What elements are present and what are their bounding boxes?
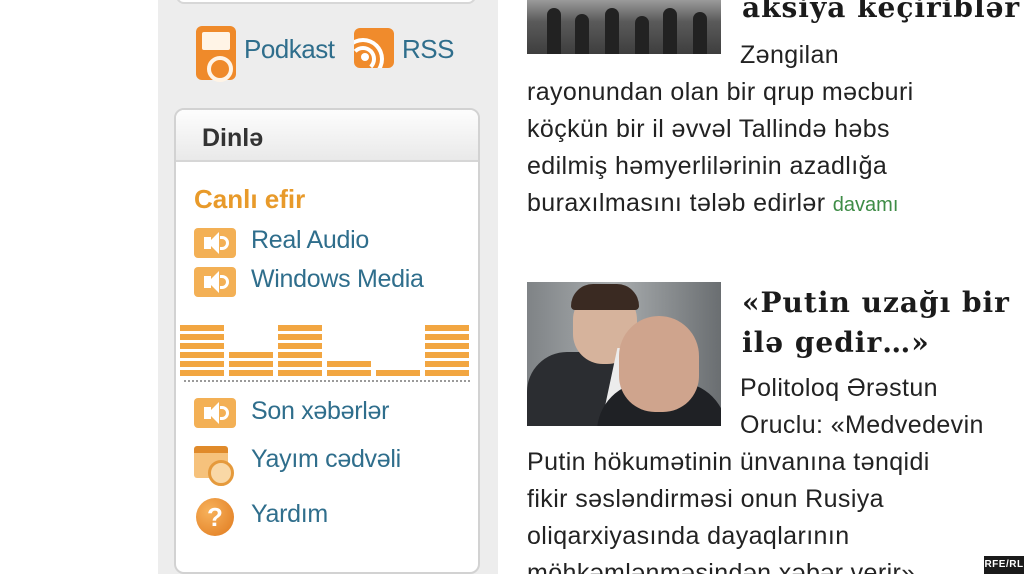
latest-news-link[interactable]: Son xəbərlər [251, 397, 389, 426]
rss-icon[interactable] [354, 28, 394, 68]
speaker-icon[interactable] [194, 267, 236, 297]
story-text-line: oliqarxiyasında dayaqlarının [527, 522, 850, 550]
help-link[interactable]: Yardım [251, 500, 328, 529]
windows-media-link[interactable]: Windows Media [251, 265, 424, 294]
podcast-icon[interactable] [196, 26, 236, 82]
brand-badge: RFE/RL [984, 556, 1024, 574]
equalizer-bar [278, 322, 322, 376]
live-broadcast-title: Canlı efir [194, 184, 306, 214]
equalizer-bar [425, 322, 469, 376]
story-text-line: rayonundan olan bir qrup məcburi [527, 78, 914, 106]
speaker-icon[interactable] [194, 398, 236, 428]
equalizer-bar [229, 349, 273, 376]
story-photo[interactable] [527, 0, 721, 54]
story-text-line: möhkəmlənməsindən xəbər verir» [527, 559, 916, 574]
story-headline[interactable]: aksiya keçiriblər [742, 0, 1020, 28]
rss-link-label[interactable]: RSS [402, 34, 454, 65]
story-text-line: buraxılmasını tələb edirlər davamı [527, 185, 898, 224]
story-text-line-end: buraxılmasını tələb edirlər [527, 189, 826, 217]
story-headline[interactable]: «Putin uzağı bir [742, 283, 1010, 323]
speaker-icon[interactable] [194, 228, 236, 258]
calendar-icon[interactable] [194, 442, 234, 486]
story-text-line: edilmiş həmyerlilərinin azadlığa [527, 152, 888, 180]
rss-link[interactable]: RSS [402, 34, 454, 65]
podcast-link[interactable]: Podkast [244, 34, 335, 65]
help-icon[interactable]: ? [196, 498, 234, 536]
equalizer-bar [180, 322, 224, 376]
story-text-line: fikir səsləndirməsi onun Rusiya [527, 485, 884, 513]
audio-equalizer [180, 312, 472, 376]
podcast-link-label[interactable]: Podkast [244, 34, 335, 65]
equalizer-bar [376, 367, 420, 376]
read-more-link[interactable]: davamı [833, 194, 899, 216]
story-text-line: Politoloq Ərəstun [740, 374, 938, 402]
story-text-line: Putin hökumətinin ünvanına tənqidi [527, 448, 930, 476]
story-text-line: köçkün bir il əvvəl Tallində həbs [527, 115, 890, 143]
story-photo[interactable] [527, 282, 721, 426]
real-audio-link[interactable]: Real Audio [251, 226, 369, 255]
sidebar-top-box [176, 0, 476, 4]
listen-box-title: Dinlə [202, 124, 264, 152]
divider [184, 380, 470, 382]
story-text-line: Zəngilan [740, 41, 840, 69]
equalizer-bar [327, 358, 371, 376]
page-left-margin [0, 0, 158, 574]
schedule-link[interactable]: Yayım cədvəli [251, 445, 401, 474]
story-text-line: Oruclu: «Medvedevin [740, 411, 984, 439]
story-headline[interactable]: ilə gedir…» [742, 323, 930, 363]
listen-box-header: Dinlə [176, 110, 478, 162]
